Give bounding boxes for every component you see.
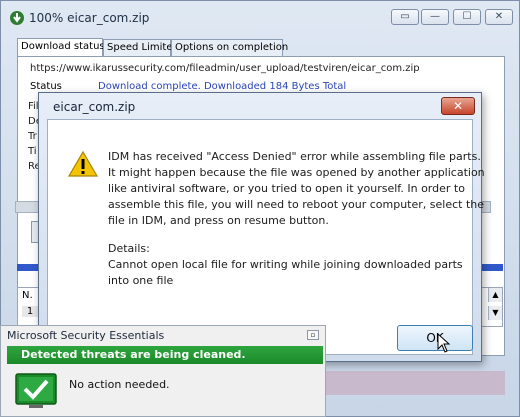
message-line-1: IDM has received "Access Denied" error w… bbox=[108, 150, 481, 163]
mse-notification: Microsoft Security Essentials ▫ Detected… bbox=[0, 325, 326, 417]
dialog-close-button[interactable]: ✕ bbox=[441, 97, 475, 115]
dialog-title: eicar_com.zip bbox=[53, 100, 136, 114]
transfer-rate-label: Tr bbox=[28, 131, 37, 142]
scroll-up-arrow[interactable]: ▲ bbox=[488, 288, 502, 302]
idm-window-title: 100% eicar_com.zip bbox=[29, 11, 150, 25]
mse-title: Microsoft Security Essentials bbox=[7, 329, 165, 342]
idm-close-button[interactable]: ✕ bbox=[485, 9, 513, 25]
idm-app-icon bbox=[10, 11, 24, 25]
message-line-2: It might happen because the file was ope… bbox=[108, 166, 485, 179]
status-label: Status bbox=[30, 81, 62, 92]
check-shield-icon bbox=[15, 373, 57, 408]
download-url: https://www.ikarussecurity.com/fileadmin… bbox=[30, 63, 420, 74]
tab-speed-limiter[interactable]: Speed Limiter bbox=[103, 39, 177, 56]
ok-button[interactable]: OK bbox=[397, 325, 473, 351]
message-line-3: like antiviral software, or you tried to… bbox=[108, 182, 465, 195]
warning-icon bbox=[68, 150, 98, 177]
status-value: Download complete. Downloaded 184 Bytes … bbox=[98, 81, 347, 92]
tab-download-status[interactable]: Download status bbox=[17, 38, 105, 57]
idm-maximize-button[interactable]: ☐ bbox=[453, 9, 481, 25]
mse-pin-icon[interactable]: ▫ bbox=[307, 330, 319, 340]
table-cell-number: 1 bbox=[22, 306, 38, 317]
message-line-4: assemble this file, you will need to reb… bbox=[108, 198, 485, 211]
details-line-2: into one file bbox=[108, 274, 174, 287]
error-dialog: eicar_com.zip ✕ IDM has received "Access… bbox=[38, 92, 485, 362]
background-region bbox=[321, 371, 505, 395]
details-line-1: Cannot open local file for writing while… bbox=[108, 258, 463, 271]
message-line-5: file in IDM, and press on resume button. bbox=[108, 214, 329, 227]
idm-minimize-button[interactable]: — bbox=[421, 9, 449, 25]
tab-options-on-completion[interactable]: Options on completion bbox=[171, 39, 288, 56]
mouse-cursor-icon bbox=[437, 333, 451, 353]
dialog-body: IDM has received "Access Denied" error w… bbox=[47, 119, 485, 355]
scroll-down-arrow[interactable]: ▼ bbox=[488, 306, 502, 320]
mse-status-banner: Detected threats are being cleaned. bbox=[7, 346, 323, 364]
idm-minimize-to-tray-button[interactable]: ▭ bbox=[391, 9, 419, 25]
column-header-number: N. bbox=[22, 290, 33, 301]
details-label: Details: bbox=[108, 242, 150, 255]
mse-status-text: No action needed. bbox=[69, 378, 170, 391]
time-left-label: Ti bbox=[28, 146, 37, 157]
